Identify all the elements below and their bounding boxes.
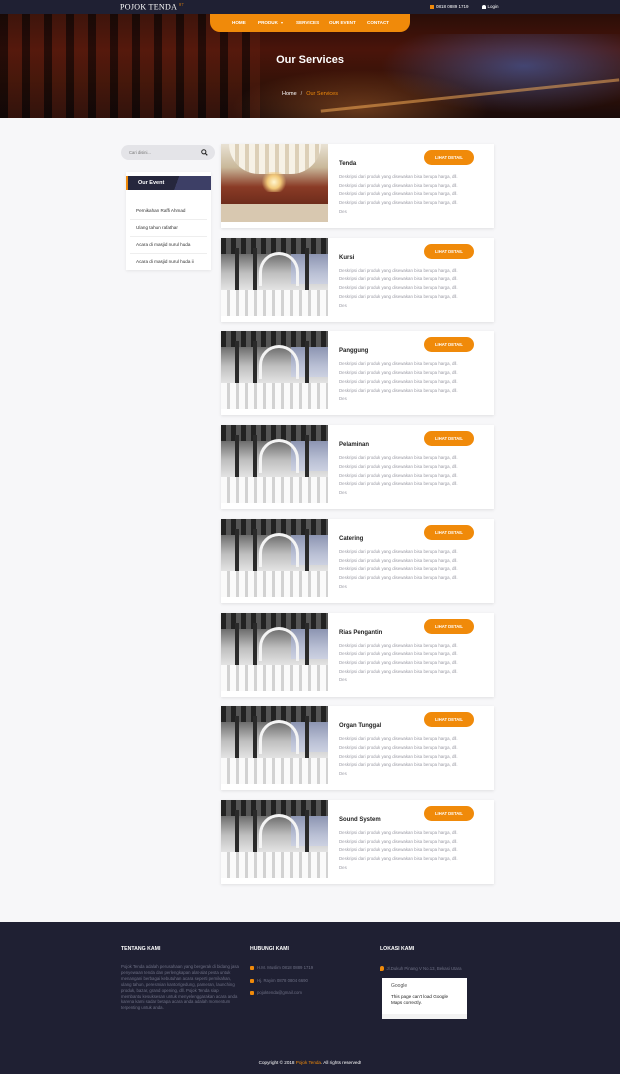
search-icon[interactable]: [201, 149, 208, 156]
map-brand: Google: [391, 983, 408, 989]
main-nav: HOME PRODUK SERVICES OUR EVENT CONTACT: [210, 14, 410, 32]
event-link[interactable]: Ulang tahun rafathar: [136, 225, 178, 230]
lihat-detail-button[interactable]: LIHAT DETAIL: [424, 712, 474, 728]
lihat-detail-button[interactable]: LIHAT DETAIL: [424, 337, 474, 353]
lihat-detail-button[interactable]: LIHAT DETAIL: [424, 243, 474, 259]
search-input[interactable]: [129, 149, 199, 156]
event-link[interactable]: Acara di masjid nurul huda: [136, 242, 190, 247]
service-description: Deskripsi dari produk yang disewakan bis…: [339, 361, 458, 402]
footer-location-heading: LOKASI KAMI: [380, 946, 415, 952]
service-image[interactable]: [221, 144, 328, 222]
service-image[interactable]: [221, 425, 328, 504]
user-icon: [482, 4, 486, 9]
service-title: Panggung: [339, 348, 369, 355]
map-marker-icon: [380, 966, 384, 971]
our-event-card: Our Event Pernikahan Raffi Ahmad Ulang t…: [126, 172, 211, 270]
service-image[interactable]: [221, 518, 328, 597]
search-box: [121, 145, 215, 160]
event-link[interactable]: Acara di masjid nurul huda ii: [136, 259, 194, 264]
lihat-detail-button[interactable]: LIHAT DETAIL: [424, 524, 474, 540]
nav-contact[interactable]: CONTACT: [367, 20, 389, 25]
service-description: Deskripsi dari produk yang disewakan bis…: [339, 736, 458, 776]
breadcrumb-current: Our Services: [306, 91, 338, 97]
service-title: Pelaminan: [339, 442, 370, 449]
chevron-down-icon: [280, 21, 283, 24]
service-image[interactable]: [221, 706, 328, 785]
page-title: Our Services: [276, 54, 344, 66]
event-link[interactable]: Pernikahan Raffi Ahmad: [136, 208, 185, 213]
contact-email[interactable]: pojoktenda@gmail.com: [250, 990, 302, 995]
phone-number: 0818 0889 1719: [430, 4, 469, 9]
nav-our-event[interactable]: OUR EVENT: [329, 20, 356, 25]
copyright-brand-link[interactable]: Pojok Tenda: [296, 1060, 321, 1065]
breadcrumb: Home / Our Services: [282, 91, 338, 97]
nav-produk[interactable]: PRODUK: [258, 20, 283, 25]
lihat-detail-button[interactable]: LIHAT DETAIL: [424, 618, 474, 634]
service-image[interactable]: [221, 612, 328, 691]
service-title: Sound System: [339, 816, 381, 823]
service-card: Tenda Deskripsi dari produk yang disewaka…: [221, 144, 494, 228]
service-description: Deskripsi dari produk yang disewakan bis…: [339, 548, 458, 589]
map-embed[interactable]: Google This page can't load Google Maps …: [382, 978, 467, 1019]
map-error-text: This page can't load Google Maps correct…: [391, 994, 449, 1006]
service-image[interactable]: [221, 237, 328, 316]
service-description: Deskripsi dari produk yang disewakan bis…: [339, 829, 458, 870]
service-card: Kursi Deskripsi dari produk yang disewaka…: [221, 237, 494, 322]
contact-phone-2: Hj. Rayim 0878 0804 6690: [250, 978, 308, 983]
service-card: Pelaminan Deskripsi dari produk yang dise…: [221, 425, 494, 510]
service-title: Organ Tunggal: [339, 723, 382, 730]
brand-logo[interactable]: POJOK TENDA 87: [120, 2, 184, 12]
service-description: Deskripsi dari produk yang disewakan bis…: [339, 174, 458, 214]
top-bar: POJOK TENDA 87 0818 0889 1719 Login: [0, 0, 620, 14]
nav-services[interactable]: SERVICES: [296, 20, 319, 25]
footer: TENTANG KAMI Pojok Tenda adalah perusaha…: [0, 922, 620, 1074]
phone-icon: [250, 978, 254, 983]
service-card: Rias Pengantin Deskripsi dari produk yang…: [221, 612, 494, 697]
service-card: Panggung Deskripsi dari produk yang disew…: [221, 331, 494, 416]
service-image[interactable]: [221, 331, 328, 410]
footer-about-text: Pojok Tenda adalah perusahaan yang berge…: [121, 964, 239, 1011]
service-title: Catering: [339, 535, 364, 542]
phone-icon: [250, 965, 254, 970]
service-image[interactable]: [221, 799, 328, 878]
copyright: Copyright © 2018 Pojok Tenda. All rights…: [258, 1060, 362, 1065]
service-title: Tenda: [339, 161, 357, 167]
footer-address: Jl.Dukuh Pinang V No.13, Bekasi Utara: [380, 966, 462, 971]
lihat-detail-button[interactable]: LIHAT DETAIL: [424, 805, 474, 821]
service-title: Rias Pengantin: [339, 629, 383, 636]
service-card: Sound System Deskripsi dari produk yang d…: [221, 799, 494, 884]
contact-phone-1: H.M. Muslim 0818 0889 1719: [250, 965, 313, 970]
our-event-header: Our Event: [126, 176, 211, 190]
service-description: Deskripsi dari produk yang disewakan bis…: [339, 642, 458, 683]
service-description: Deskripsi dari produk yang disewakan bis…: [339, 455, 458, 495]
envelope-icon: [250, 990, 254, 995]
phone-icon: [430, 4, 434, 9]
login-link[interactable]: Login: [482, 4, 499, 9]
service-description: Deskripsi dari produk yang disewakan bis…: [339, 267, 458, 308]
lihat-detail-button[interactable]: LIHAT DETAIL: [424, 150, 474, 165]
footer-contact-heading: HUBUNGI KAMI: [250, 946, 289, 952]
breadcrumb-home[interactable]: Home: [282, 91, 297, 97]
service-card: Organ Tunggal Deskripsi dari produk yang …: [221, 706, 494, 791]
service-card: Catering Deskripsi dari produk yang disew…: [221, 518, 494, 603]
lihat-detail-button[interactable]: LIHAT DETAIL: [424, 431, 474, 447]
nav-home[interactable]: HOME: [232, 20, 246, 25]
service-title: Kursi: [339, 254, 355, 261]
footer-about-heading: TENTANG KAMI: [121, 946, 161, 952]
